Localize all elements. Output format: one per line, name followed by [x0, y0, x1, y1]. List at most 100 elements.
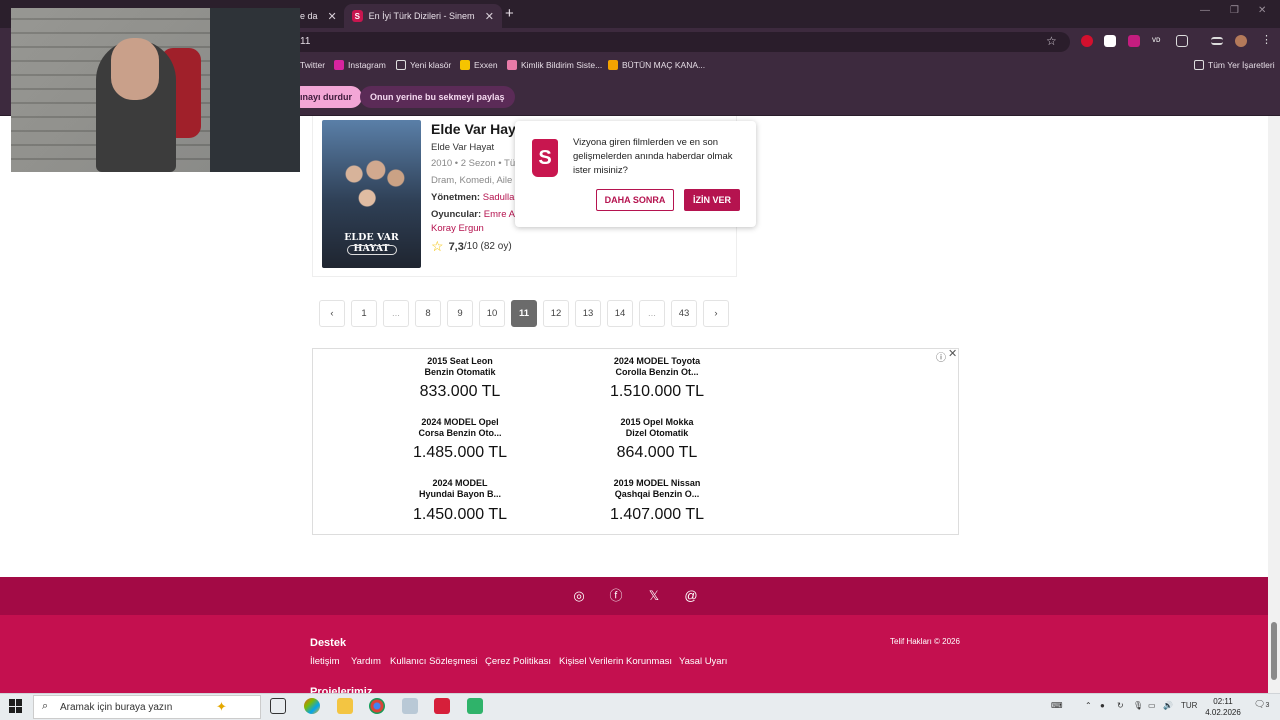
tab-active[interactable]: S En İyi Türk Dizileri - Sinemalar.c ✕ [344, 4, 502, 28]
all-bookmarks[interactable]: Tüm Yer İşaretleri [1194, 60, 1275, 70]
extension-red-icon[interactable] [1081, 35, 1093, 47]
app-red-icon[interactable] [434, 698, 450, 714]
tray-sync-icon[interactable]: ↻ [1117, 701, 1124, 710]
close-tab-icon[interactable]: ✕ [485, 10, 494, 23]
allow-button[interactable]: İZİN VER [684, 189, 740, 211]
star-outline-icon[interactable]: ☆ [431, 238, 444, 255]
clock-date: 4.02.2026 [1205, 708, 1241, 717]
ad-item-name[interactable]: 2015 Seat Leon Benzin Otomatik [400, 356, 520, 378]
bookmark-instagram[interactable]: Instagram [334, 60, 386, 70]
ad-item-price[interactable]: 1.450.000 TL [400, 506, 520, 524]
clock-time: 02:11 [1213, 697, 1233, 706]
movie-title[interactable]: Elde Var Hayat [431, 121, 528, 137]
menu-dots-icon[interactable]: ⋮ [1261, 33, 1273, 46]
ad-item-price[interactable]: 1.407.000 TL [597, 506, 717, 524]
page-button[interactable]: 12 [543, 300, 569, 327]
footer-link-terms[interactable]: Kullanıcı Sözleşmesi [390, 656, 478, 667]
windows-start-icon[interactable] [9, 699, 23, 713]
extension-pink-icon[interactable] [1128, 35, 1140, 47]
page-button-active[interactable]: 11 [511, 300, 537, 327]
share-this-tab-button[interactable]: Onun yerine bu sekmeyi paylaş [360, 86, 515, 108]
notification-center-icon[interactable]: 🗨3 [1254, 699, 1269, 710]
restore-icon[interactable]: ❐ [1230, 5, 1239, 16]
page-button[interactable]: 8 [415, 300, 441, 327]
ad-item-name[interactable]: 2024 MODEL Toyota Corolla Benzin Ot... [597, 356, 717, 378]
minimize-icon[interactable]: — [1200, 5, 1210, 16]
app-feather-icon[interactable] [402, 698, 418, 714]
footer-link-legal[interactable]: Yasal Uyarı [679, 656, 727, 667]
volume-icon[interactable]: 🔊 [1163, 701, 1173, 710]
search-icon: ⌕ [42, 700, 49, 712]
network-icon[interactable]: ▭ [1148, 701, 1156, 710]
bookmark-folder[interactable]: Yeni klasör [396, 60, 451, 70]
taskbar-clock[interactable]: 02:11 4.02.2026 [1200, 696, 1246, 718]
input-language[interactable]: TUR [1181, 701, 1197, 710]
taskbar-search-placeholder: Aramak için buraya yazın [60, 701, 173, 713]
prev-page-button[interactable]: ‹ [319, 300, 345, 327]
extension-white-icon[interactable] [1104, 35, 1116, 47]
tray-chevron-icon[interactable]: ⌃ [1085, 701, 1092, 710]
footer-link-help[interactable]: Yardım [351, 656, 381, 667]
close-window-icon[interactable]: ✕ [1258, 5, 1266, 16]
cast-link-2[interactable]: Koray Ergun [431, 223, 484, 234]
bookmark-exxen[interactable]: Exxen [460, 60, 498, 70]
ad-item-name[interactable]: 2024 MODEL Hyundai Bayon B... [400, 478, 520, 500]
x-twitter-icon[interactable]: 𝕏 [646, 588, 662, 604]
footer-link-contact[interactable]: İletişim [310, 656, 340, 667]
ad-item-price[interactable]: 1.510.000 TL [597, 383, 717, 401]
url-field[interactable]: 11 [290, 32, 1070, 52]
scrollbar-thumb[interactable] [1271, 622, 1277, 680]
keyboard-icon[interactable]: ⌨ [1051, 701, 1063, 710]
bookmark-label: BÜTÜN MAÇ KANA... [622, 60, 706, 70]
ad-item-price[interactable]: 833.000 TL [400, 383, 520, 401]
page-scrollbar[interactable] [1268, 116, 1280, 693]
sinemalar-favicon-icon: S [352, 10, 363, 22]
ad-info-icon[interactable]: ⓘ [936, 349, 946, 364]
movie-poster[interactable]: ELDE VAR HAYAT [322, 120, 421, 268]
movie-meta: 2010 • 2 Sezon • Tür [431, 158, 519, 169]
app-green-icon[interactable] [467, 698, 483, 714]
ad-item-name[interactable]: 2019 MODEL Nissan Qashqai Benzin O... [597, 478, 717, 500]
page-button[interactable]: 9 [447, 300, 473, 327]
page-button[interactable]: 10 [479, 300, 505, 327]
page-button[interactable]: 13 [575, 300, 601, 327]
file-explorer-icon[interactable] [337, 698, 353, 714]
profile-avatar[interactable] [1235, 35, 1247, 47]
bookmark-twitter[interactable]: Twitter [300, 60, 325, 70]
footer-link-privacy[interactable]: Kişisel Verilerin Korunması [559, 656, 672, 667]
instagram-icon[interactable]: ◎ [571, 588, 587, 604]
page-button[interactable]: 43 [671, 300, 697, 327]
new-tab-icon[interactable]: + [505, 5, 514, 22]
facebook-icon[interactable]: ⓕ [608, 588, 624, 604]
bookmark-mac-kanal[interactable]: BÜTÜN MAÇ KANA... [608, 60, 705, 70]
task-view-icon[interactable] [270, 698, 286, 714]
copilot-sparkle-icon[interactable]: ✦ [216, 699, 227, 715]
stop-sharing-button[interactable]: ınayı durdur [290, 86, 363, 108]
next-page-button[interactable]: › [703, 300, 729, 327]
jp-icon [608, 60, 618, 70]
microphone-icon[interactable]: 🎙 [1133, 701, 1143, 710]
extension-vd-icon[interactable]: vᴅ [1152, 35, 1164, 47]
extensions-puzzle-icon[interactable] [1176, 35, 1188, 47]
ad-item-name[interactable]: 2015 Opel Mokka Dizel Otomatik [597, 417, 717, 439]
footer-copyright: Telif Hakları © 2026 [890, 637, 960, 646]
later-button[interactable]: DAHA SONRA [596, 189, 674, 211]
ad-close-icon[interactable]: ✕ [948, 347, 957, 360]
ad-item-price[interactable]: 864.000 TL [597, 444, 717, 462]
bookmark-kimlik[interactable]: Kimlik Bildirim Siste... [507, 60, 602, 70]
bookmark-star-icon[interactable]: ☆ [1046, 34, 1057, 48]
folder-icon [1194, 60, 1204, 70]
chrome-icon[interactable] [369, 698, 385, 714]
close-tab-icon[interactable]: ✕ [328, 10, 337, 23]
page-button[interactable]: 1 [351, 300, 377, 327]
tray-app-icon[interactable]: ● [1100, 701, 1105, 710]
bookmark-label: Twitter [300, 60, 326, 70]
threads-icon[interactable]: @ [683, 588, 699, 604]
copilot-icon[interactable] [304, 698, 320, 714]
ad-item-name[interactable]: 2024 MODEL Opel Corsa Benzin Oto... [400, 417, 520, 439]
footer-link-cookies[interactable]: Çerez Politikası [485, 656, 551, 667]
ad-item-price[interactable]: 1.485.000 TL [400, 444, 520, 462]
reading-list-icon[interactable] [1211, 37, 1223, 45]
taskbar-search[interactable]: ⌕ Aramak için buraya yazın ✦ [33, 695, 261, 719]
page-button[interactable]: 14 [607, 300, 633, 327]
